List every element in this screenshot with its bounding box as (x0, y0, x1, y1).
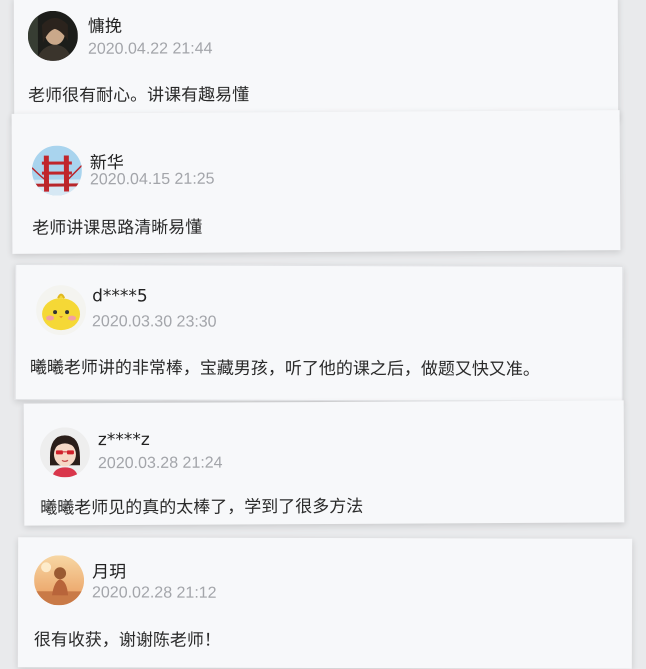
comment-text: 老师讲课思路清晰易懂 (32, 217, 203, 239)
comment-card: d****5 2020.03.30 23:30 曦曦老师讲的非常棒，宝藏男孩，听… (14, 263, 624, 403)
comment-username[interactable]: 慵挽 (88, 12, 122, 37)
comment-text: 很有收获，谢谢陈老师！ (33, 630, 221, 651)
comment-card: 月玥 2020.02.28 21:12 很有收获，谢谢陈老师！ (17, 537, 633, 669)
comment-card: 慵挽 2020.04.22 21:44 老师很有耐心。讲课有趣易懂 (13, 0, 619, 123)
comment-text: 曦曦老师讲的非常棒，宝藏男孩，听了他的课之后，做题又快又准。 (29, 357, 540, 380)
comment-username[interactable]: 新华 (90, 148, 124, 173)
comment-card: 新华 2020.04.15 21:25 老师讲课思路清晰易懂 (11, 110, 621, 254)
comment-timestamp: 2020.04.15 21:25 (89, 170, 215, 189)
dark-portrait-avatar[interactable] (27, 10, 79, 62)
comment-username[interactable]: d****5 (92, 286, 148, 306)
comment-username[interactable]: z****z (98, 430, 150, 450)
red-bridge-avatar[interactable] (31, 145, 83, 196)
comment-timestamp: 2020.03.28 21:24 (97, 454, 223, 473)
comment-timestamp: 2020.04.22 21:44 (87, 40, 213, 58)
sunset-figure-avatar[interactable] (33, 555, 85, 606)
comment-text: 曦曦老师见的真的太棒了，学到了很多方法 (40, 496, 364, 519)
comment-text: 老师很有耐心。讲课有趣易懂 (28, 85, 250, 107)
comment-timestamp: 2020.02.28 21:12 (92, 584, 217, 602)
yellow-chick-avatar[interactable] (35, 285, 87, 336)
comment-timestamp: 2020.03.30 23:30 (92, 313, 217, 331)
cartoon-girl-avatar[interactable] (39, 427, 91, 478)
comment-username[interactable]: 月玥 (92, 557, 126, 582)
comment-card: z****z 2020.03.28 21:24 曦曦老师见的真的太棒了，学到了很… (23, 400, 625, 526)
